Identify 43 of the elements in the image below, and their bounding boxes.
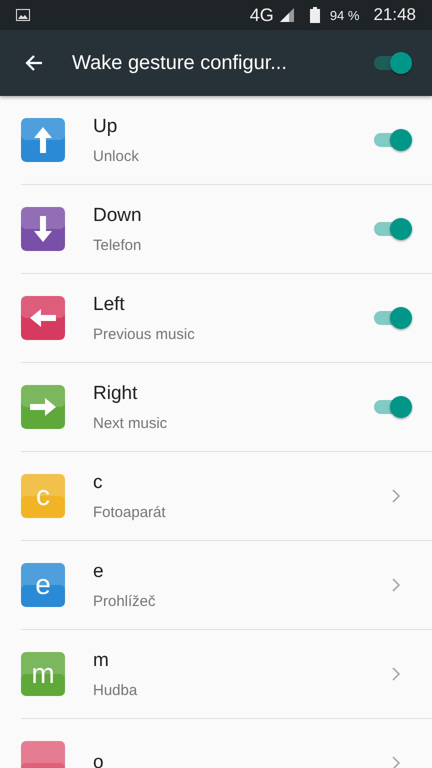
toggle-switch[interactable] [372, 305, 412, 331]
gesture-row[interactable]: Up Unlock [21, 96, 432, 185]
gesture-row[interactable]: Down Telefon [21, 185, 432, 274]
gesture-action: Unlock [93, 148, 140, 164]
letter-icon: c [21, 474, 65, 518]
master-switch[interactable] [372, 50, 412, 76]
battery-icon [310, 7, 320, 23]
gesture-title: Left [93, 294, 126, 316]
toggle-switch[interactable] [372, 216, 412, 242]
signal-icon [280, 8, 294, 22]
gesture-title: o [93, 752, 105, 768]
gesture-title: Up [93, 116, 118, 138]
network-label: 4G [250, 4, 274, 26]
gesture-action: Prohlížeč [93, 592, 157, 610]
toggle-switch[interactable] [372, 394, 412, 420]
gesture-title: Down [93, 204, 143, 226]
toggle-switch[interactable] [372, 127, 412, 153]
letter-icon: e [21, 563, 65, 607]
image-icon [16, 9, 30, 21]
screen-title: Wake gesture configur... [72, 52, 288, 74]
back-arrow-icon[interactable] [24, 53, 44, 73]
gesture-row[interactable]: Right Next music [21, 363, 432, 452]
chevron-icon [392, 756, 400, 768]
chevron-icon [392, 667, 400, 681]
gesture-title: c [93, 472, 104, 494]
chevron-icon [392, 578, 400, 592]
gesture-action: Next music [93, 414, 168, 432]
gesture-action: Fotoaparát [93, 504, 167, 520]
battery-level: 94 % [330, 8, 360, 22]
gesture-row[interactable]: o [21, 719, 432, 768]
gesture-row[interactable]: e e Prohlížeč [21, 541, 432, 630]
gesture-title: Right [93, 382, 138, 404]
gesture-row[interactable]: Left Previous music [21, 274, 432, 363]
gesture-action: Telefon [93, 236, 142, 254]
clock: 21:48 [373, 5, 416, 25]
gesture-action: Hudba [93, 682, 138, 698]
gesture-row[interactable]: m m Hudba [21, 630, 432, 719]
chevron-icon [392, 489, 400, 503]
gesture-title: e [93, 560, 105, 582]
gesture-title: m [93, 650, 110, 672]
gesture-row[interactable]: c c Fotoaparát [21, 452, 432, 541]
gesture-action: Previous music [93, 326, 196, 342]
letter-icon: m [21, 652, 65, 696]
